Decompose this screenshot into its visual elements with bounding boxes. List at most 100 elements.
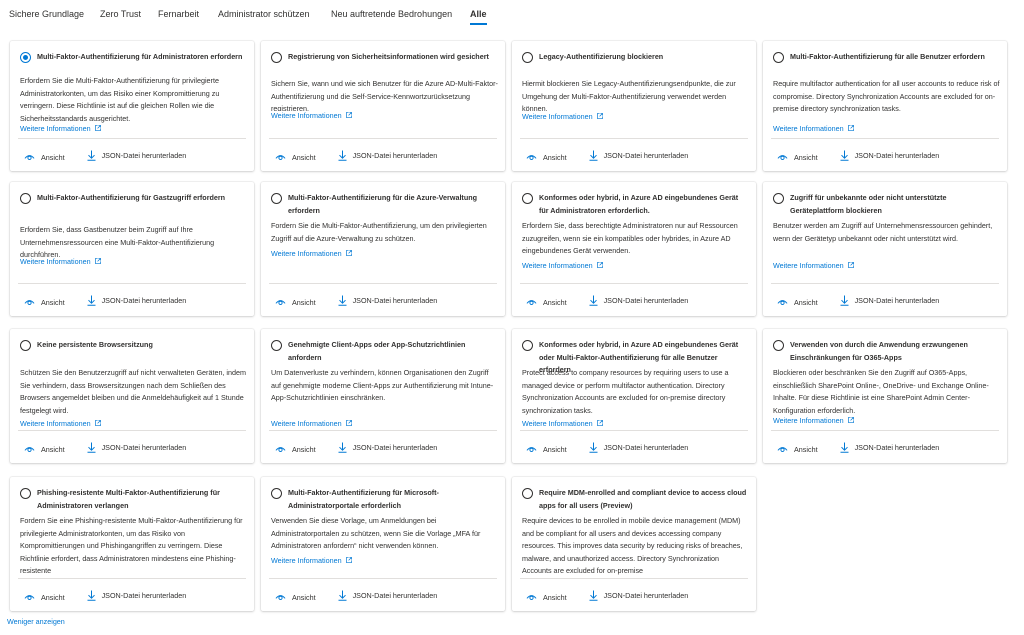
template-card[interactable]: Registrierung von Sicherheitsinformation…	[261, 41, 505, 171]
external-link-icon	[345, 557, 352, 563]
learn-more-label: Weitere Informationen	[773, 124, 844, 133]
download-json-button[interactable]: JSON-Datei herunterladen	[87, 590, 186, 601]
tab-sichere-grundlage[interactable]: Sichere Grundlage	[9, 9, 84, 19]
learn-more-link[interactable]: Weitere Informationen	[522, 261, 603, 270]
download-json-button[interactable]: JSON-Datei herunterladen	[840, 442, 939, 453]
eye-icon	[275, 447, 286, 453]
template-title: Multi-Faktor-Authentifizierung für Admin…	[37, 52, 243, 61]
learn-more-link[interactable]: Weitere Informationen	[773, 416, 854, 425]
template-card[interactable]: Legacy-Authentifizierung blockieren Hierm…	[512, 41, 756, 171]
template-description: Require devices to be enrolled in mobile…	[522, 516, 743, 575]
download-icon	[840, 150, 849, 161]
card-actions: Ansicht JSON-Datei herunterladen	[24, 590, 208, 602]
download-icon	[840, 295, 849, 306]
eye-icon	[275, 300, 286, 306]
template-card[interactable]: Require MDM-enrolled and compliant devic…	[512, 477, 756, 611]
tab-administrator-schuetzen[interactable]: Administrator schützen	[218, 9, 310, 19]
view-button[interactable]: Ansicht	[24, 298, 65, 307]
download-json-button[interactable]: JSON-Datei herunterladen	[589, 150, 688, 161]
learn-more-link[interactable]: Weitere Informationen	[271, 111, 352, 120]
template-card[interactable]: Verwenden von durch die Anwendung erzwun…	[763, 329, 1007, 463]
download-json-button[interactable]: JSON-Datei herunterladen	[840, 295, 939, 306]
view-button[interactable]: Ansicht	[275, 298, 316, 307]
template-radio[interactable]	[20, 193, 31, 204]
learn-more-link[interactable]: Weitere Informationen	[20, 124, 101, 133]
view-button[interactable]: Ansicht	[24, 445, 65, 454]
template-card[interactable]: Multi-Faktor-Authentifizierung für Admin…	[10, 41, 254, 171]
tab-zero-trust[interactable]: Zero Trust	[100, 9, 141, 19]
learn-more-link[interactable]: Weitere Informationen	[20, 419, 101, 428]
view-button[interactable]: Ansicht	[275, 153, 316, 162]
view-button[interactable]: Ansicht	[526, 153, 567, 162]
eye-icon	[275, 155, 286, 161]
view-button[interactable]: Ansicht	[777, 153, 818, 162]
template-radio[interactable]	[20, 52, 31, 63]
download-json-button[interactable]: JSON-Datei herunterladen	[589, 442, 688, 453]
template-card[interactable]: Konformes oder hybrid, in Azure AD einge…	[512, 329, 756, 463]
card-divider	[771, 138, 999, 139]
learn-more-link[interactable]: Weitere Informationen	[271, 249, 352, 258]
download-json-button[interactable]: JSON-Datei herunterladen	[338, 442, 437, 453]
card-actions: Ansicht JSON-Datei herunterladen	[275, 150, 459, 162]
view-button[interactable]: Ansicht	[777, 298, 818, 307]
learn-more-link[interactable]: Weitere Informationen	[773, 261, 854, 270]
eye-icon	[526, 155, 537, 161]
download-json-button[interactable]: JSON-Datei herunterladen	[87, 150, 186, 161]
template-card[interactable]: Multi-Faktor-Authentifizierung für Micro…	[261, 477, 505, 611]
learn-more-link[interactable]: Weitere Informationen	[20, 257, 101, 266]
download-json-button[interactable]: JSON-Datei herunterladen	[338, 295, 437, 306]
download-json-button[interactable]: JSON-Datei herunterladen	[589, 295, 688, 306]
learn-more-link[interactable]: Weitere Informationen	[773, 124, 854, 133]
card-actions: Ansicht JSON-Datei herunterladen	[24, 295, 208, 307]
download-icon	[840, 442, 849, 453]
show-less-link[interactable]: Weniger anzeigen	[7, 617, 65, 626]
template-card[interactable]: Multi-Faktor-Authentifizierung für Gastz…	[10, 182, 254, 316]
template-radio[interactable]	[271, 193, 282, 204]
download-json-label: JSON-Datei herunterladen	[352, 151, 438, 160]
learn-more-link[interactable]: Weitere Informationen	[271, 556, 352, 565]
view-button[interactable]: Ansicht	[24, 153, 65, 162]
view-button[interactable]: Ansicht	[777, 445, 818, 454]
view-label: Ansicht	[41, 444, 65, 454]
template-card[interactable]: Phishing-resistente Multi-Faktor-Authent…	[10, 477, 254, 611]
eye-icon	[777, 447, 788, 453]
download-json-button[interactable]: JSON-Datei herunterladen	[589, 590, 688, 601]
template-radio[interactable]	[773, 340, 784, 351]
download-json-button[interactable]: JSON-Datei herunterladen	[338, 150, 438, 161]
download-json-button[interactable]: JSON-Datei herunterladen	[87, 295, 186, 306]
tab-neu-auftretende-bedrohungen[interactable]: Neu auftretende Bedrohungen	[331, 9, 452, 19]
view-button[interactable]: Ansicht	[526, 298, 567, 307]
template-radio[interactable]	[773, 52, 784, 63]
template-card[interactable]: Multi-Faktor-Authentifizierung für alle …	[763, 41, 1007, 171]
template-card[interactable]: Multi-Faktor-Authentifizierung für die A…	[261, 182, 505, 316]
download-json-button[interactable]: JSON-Datei herunterladen	[87, 442, 186, 453]
template-radio[interactable]	[20, 340, 31, 351]
tab-alle[interactable]: Alle	[470, 9, 487, 25]
template-card[interactable]: Keine persistente Browsersitzung Schützen…	[10, 329, 254, 463]
view-button[interactable]: Ansicht	[24, 593, 65, 602]
learn-more-link[interactable]: Weitere Informationen	[271, 419, 352, 428]
learn-more-link[interactable]: Weitere Informationen	[522, 112, 603, 121]
learn-more-link[interactable]: Weitere Informationen	[522, 419, 603, 428]
template-card[interactable]: Konformes oder hybrid, in Azure AD einge…	[512, 182, 756, 316]
template-radio[interactable]	[773, 193, 784, 204]
template-radio[interactable]	[522, 52, 533, 63]
template-card[interactable]: Genehmigte Client-Apps oder App-Schutzri…	[261, 329, 505, 463]
view-button[interactable]: Ansicht	[275, 593, 316, 602]
template-radio[interactable]	[271, 488, 282, 499]
template-card[interactable]: Zugriff für unbekannte oder nicht unters…	[763, 182, 1007, 316]
template-radio[interactable]	[522, 193, 533, 204]
download-json-button[interactable]: JSON-Datei herunterladen	[338, 590, 437, 601]
template-radio[interactable]	[522, 488, 533, 499]
template-radio[interactable]	[522, 340, 533, 351]
template-radio[interactable]	[20, 488, 31, 499]
template-radio[interactable]	[271, 340, 282, 351]
card-divider	[269, 578, 497, 579]
view-button[interactable]: Ansicht	[526, 445, 567, 454]
template-radio[interactable]	[271, 52, 282, 63]
view-button[interactable]: Ansicht	[275, 445, 316, 454]
download-json-button[interactable]: JSON-Datei herunterladen	[840, 150, 939, 161]
card-actions: Ansicht JSON-Datei herunterladen	[275, 295, 459, 307]
view-button[interactable]: Ansicht	[526, 593, 567, 602]
tab-fernarbeit[interactable]: Fernarbeit	[158, 9, 199, 19]
